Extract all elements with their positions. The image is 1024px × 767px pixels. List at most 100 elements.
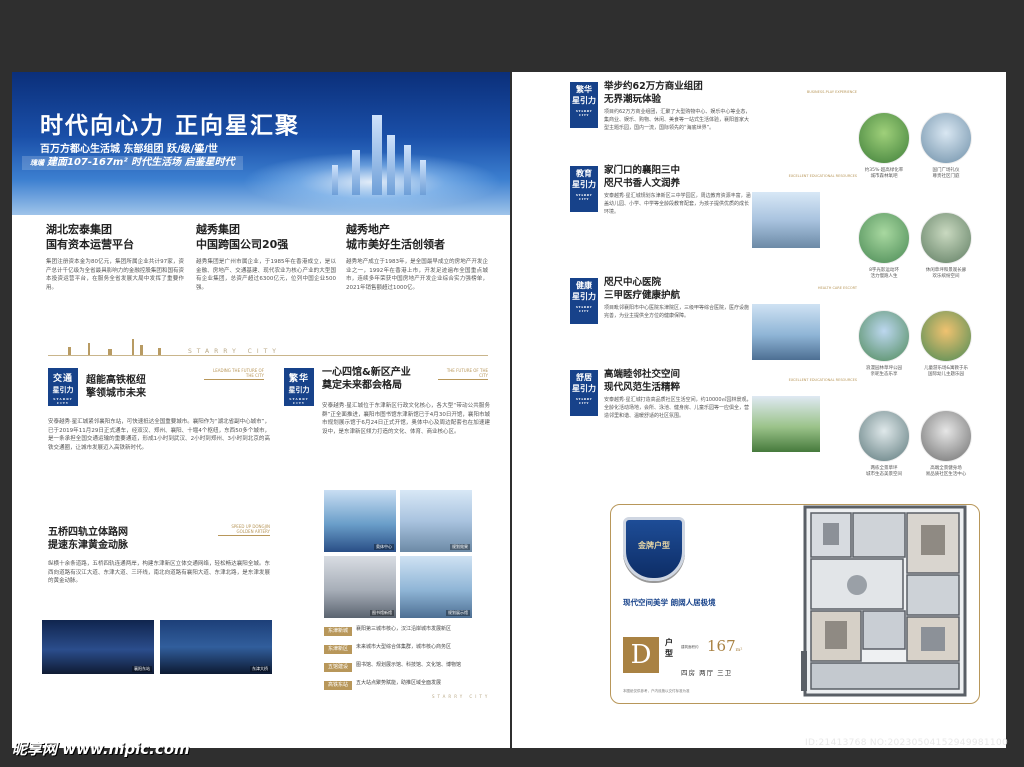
badge-line-1: 教育 [576,168,592,178]
floor-plan-card: 金牌户型 现代空间美学 朗阔人居极境 D 户型 建筑面积约 167m² 四房 两… [610,504,980,704]
plan-slogan: 现代空间美学 朗阔人居极境 [623,598,716,607]
circle-caption: 休闲草坪和景观长廊 欢乐缤纷空间 [925,268,967,279]
photo-night-station: 襄阳东站 [42,620,154,674]
badge-line-2: 星引力 [52,385,74,394]
roads-title-1: 五桥四轨立体路网 [48,527,128,538]
label-tag: 高铁东站 [324,681,352,690]
badge-line-2: 星引力 [572,95,596,105]
roads-title-2: 提速东津黄金动脉 [48,540,128,551]
hero-title: 时代向心力 正向星汇聚 [40,112,301,139]
label-tag: 东津新城 [324,627,352,636]
label-row: 东津新城 襄阳第三城市核心，汉江沿岸城市发展新区 [324,624,504,640]
badge-line-3: STARRY CITY [53,397,73,405]
badge-education: 教育 星引力 STARRY CITY [570,166,598,212]
circle-photo-fitness [920,410,972,462]
circle-caption: 8字光影运动环 活力慢跑人生 [869,268,899,279]
badge-line-1: 繁华 [288,374,309,384]
starry-city-small: STARRY CITY [432,694,491,699]
label-text: 襄阳第三城市核心，汉江沿岸城市发展新区 [356,626,452,632]
photo-library: 图书馆新馆 [324,556,396,618]
roads-heading: 五桥四轨立体路网 提速东津黄金动脉 [48,526,248,552]
transport-title-2: 擎领城市未来 [86,388,146,399]
section-en-note: EXCELLENT EDUCATIONAL RESOURCES [788,378,857,382]
plan-layout: 四房 两厅 三卫 [681,669,733,677]
section-living: 舒居 星引力 STARRY CITY 高端睦邻社交空间 现代风范生活精粹 EXC… [570,368,900,478]
roads-text-block: 纵横十余条道路，五桥四轨连通两岸，构建东津新区立体交通网络，轻松畅达襄阳全城。东… [48,554,270,586]
circle-caption: 浪漫园林草坪公园 亲昵生态乐享 [866,366,902,377]
photo-exhibition-hall: 规划展示馆 [400,556,472,618]
skyline-tower [420,160,426,195]
section-text: 项目毗邻襄阳市中心医院东津院区，三级甲等综合医院，医疗设施完善，为业主提供全方位… [604,305,750,319]
label-text: 图书馆、规划展示馆、科技馆、文化馆、博物馆 [356,662,462,668]
skyline-tower [352,150,360,195]
circle-caption: 高端全景健身场 易品质社区生活中心 [925,466,967,477]
circle-photo-park [858,310,910,362]
label-row: 高铁东站 五大站点聚势赋能，助推区域全面发展 [324,678,504,694]
badge-line-1: 交通 [52,374,73,384]
circle-photo-gate [920,112,972,164]
photo-planning-effect: 规划效果 [400,490,472,552]
badge-line-3: STARRY CITY [575,193,593,201]
site-watermark: 昵享网 www.nipic.com [12,740,190,758]
circle-caption: 约35%·超高绿化率 城市森林氧吧 [864,168,904,179]
label-text: 五大站点聚势赋能，助推区域全面发展 [356,680,442,686]
intro-title-1: 越秀地产 [346,223,390,236]
badge-line-3: STARRY CITY [575,397,593,405]
plan-letter: D [623,637,659,673]
section-title: 高端睦邻社交空间 现代风范生活精粹 [604,368,680,394]
badge-line-1: 繁华 [576,84,592,94]
area-number: 167 [707,637,736,655]
circle-photo-playground [920,310,972,362]
intro-title-1: 越秀集团 [196,223,240,236]
business-text-block: 安泰越秀·星汇城位于东津新区行政文化核心，各大型“带动公共服务群”正全面推进，襄… [322,396,490,436]
circle-photo-greenery [858,112,910,164]
transport-text: 安泰越秀·星汇城紧邻襄阳东站，可快速抵达全国重要城市。襄阳作为“湖北省副中心城市… [48,419,270,451]
section-title-2: 咫尺书香人文润养 [604,178,681,189]
section-title-1: 高端睦邻社交空间 [604,369,681,380]
photo-school [752,192,820,248]
photo-bridge: 东津大桥 [160,620,272,674]
skyline-tower [404,145,411,195]
label-tag: 东津新区 [324,645,352,654]
badge-business: 繁华 星引力 STARRY CITY [284,368,314,406]
circle-photo-running-track [858,212,910,264]
skyline-tower [332,165,338,195]
badge-prosperity: 繁华 星引力 STARRY CITY [570,82,598,128]
photo-tag: 图书馆新馆 [370,610,394,616]
area-value: 167m² [707,637,742,655]
section-title: 举步约62万方商业组团 无界潮玩体验 [604,80,703,106]
intro-title-2: 中国跨国公司20强 [196,238,289,251]
section-en-note: EXCELLENT EDUCATIONAL RESOURCES [788,174,857,178]
hero-price-bar: 瑰瓏 建面107-167m² 时代生活场 启鉴星时代 [22,156,243,170]
circle-caption: 国门广场礼仪 尊贵社区门庭 [932,168,960,179]
label-row: 东津新区 未来城市大型综合体集群，城市核心商务区 [324,642,504,658]
section-title-1: 家门口的襄阳三中 [604,165,681,176]
plan-type: 户型 [665,638,673,658]
intro-title-1: 湖北宏泰集团 [46,223,112,236]
label-row: 五馆建设 图书馆、规划展示馆、科技馆、文化馆、博物馆 [324,660,504,676]
badge-line-1: 健康 [576,280,592,290]
badge-line-2: 星引力 [572,291,596,301]
circle-caption: 两栋全景草坪 城市生态美景空间 [866,466,902,477]
section-text: 项目约62万方商业组团，汇聚了大型购物中心、娱乐中心等业态，集商业、娱乐、购物、… [604,109,751,131]
business-title-2: 奠定未来都会格局 [322,380,402,391]
section-title: 咫尺中心医院 三甲医疗健康护航 [604,276,680,302]
business-title-1: 一心四馆&新区产业 [322,367,411,378]
intro-title-2: 城市美好生活创领者 [346,238,445,251]
section-text: 安泰越秀·星汇城规划东津新区三中学园区，周边教育资源丰富，涵盖幼儿园、小学、中学… [604,193,751,215]
intro-text: 越秀地产成立于1983年，是全国最早成立的房地产开发企业之一，1992年在香港上… [346,259,488,291]
badge-line-3: STARRY CITY [289,397,309,405]
badge-health: 健康 星引力 STARRY CITY [570,278,598,324]
intro-yuexiu-group: 越秀集团 中国跨国公司20强 越秀集团是广州市属企业，于1985年在香港成立，是… [196,222,336,292]
intro-yuexiu-property: 越秀地产 城市美好生活创领者 越秀地产成立于1983年，是全国最早成立的房地产开… [346,222,488,292]
image-id-bar: ID:21413768 NO:20230504152949981100 [805,738,1008,748]
intro-text: 集团注册资本金为80亿元，集团所属企业共计97家，资产总计千亿级为全省最具影响力… [46,259,184,291]
skyline-tower [372,115,382,195]
section-title-1: 举步约62万方商业组团 [604,81,703,92]
section-text: 安泰越秀·星汇城打造高品质社区生活空间，约10000㎡园林景观，全龄化活动场地，… [604,397,752,419]
transport-title-1: 超能高铁枢纽 [86,375,146,386]
photo-tag: 规划效果 [450,544,470,550]
section-title-2: 三甲医疗健康护航 [604,290,681,301]
transport-text-block: 安泰越秀·星汇城紧邻襄阳东站，可快速抵达全国重要城市。襄阳作为“湖北省副中心城市… [48,412,270,452]
left-page: 时代向心力 正向星汇聚 百万方都心生活城 东部组团 跃/级/鎏/世 瑰瓏 建面10… [12,72,510,748]
